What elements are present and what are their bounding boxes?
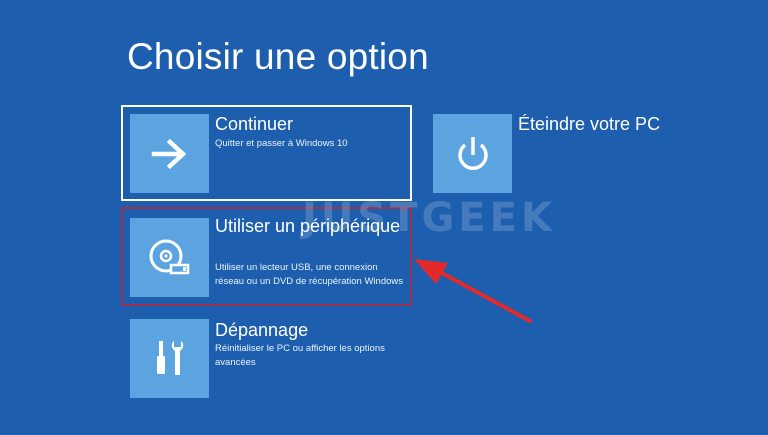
power-icon	[457, 136, 488, 170]
option-continue-tile	[130, 114, 209, 193]
option-use-device-tile	[130, 218, 209, 297]
option-use-device-description: Utiliser un lecteur USB, une connexion r…	[215, 262, 403, 287]
option-troubleshoot-tile	[130, 319, 209, 398]
disc-usb-icon	[149, 239, 189, 274]
option-shutdown-label: Éteindre votre PC	[518, 114, 661, 134]
option-troubleshoot-description: Réinitialiser le PC ou afficher les opti…	[215, 343, 385, 368]
page-title: Choisir une option	[127, 36, 429, 77]
option-shutdown-tile	[433, 114, 512, 193]
option-continue-description: Quitter et passer à Windows 10	[215, 138, 348, 149]
option-use-device[interactable]: Utiliser un périphérique Utiliser un lec…	[121, 207, 412, 306]
arrow-right-icon	[151, 138, 186, 169]
option-continue[interactable]: Continuer Quitter et passer à Windows 10	[121, 105, 412, 201]
option-troubleshoot[interactable]: Dépannage Réinitialiser le PC ou affiche…	[121, 311, 412, 401]
option-continue-label: Continuer	[215, 114, 294, 134]
option-troubleshoot-label: Dépannage	[215, 320, 309, 340]
tools-icon	[156, 340, 183, 375]
option-use-device-label: Utiliser un périphérique	[215, 216, 401, 236]
option-shutdown[interactable]: Éteindre votre PC	[424, 105, 684, 201]
